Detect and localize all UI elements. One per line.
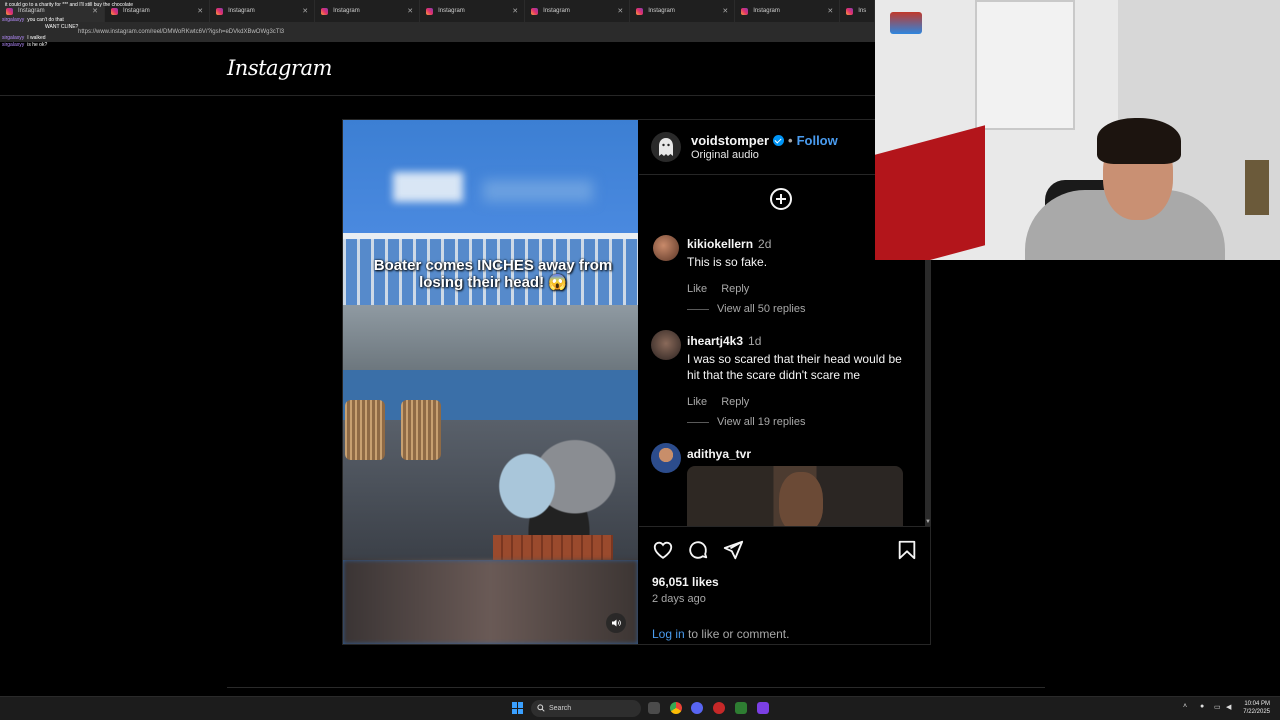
tab-label: Instagram	[753, 8, 780, 14]
instagram-favicon-icon	[426, 7, 434, 15]
volume-icon[interactable]: ◀	[1226, 703, 1231, 711]
instagram-favicon-icon	[531, 7, 539, 15]
comment-username[interactable]: iheartj4k3	[687, 334, 743, 348]
reel-post: Boater comes INCHES away from losing the…	[342, 119, 931, 645]
tab-label: Instagram	[543, 8, 570, 14]
view-replies-button[interactable]: View all 50 replies	[687, 303, 805, 315]
reply-comment-button[interactable]: Reply	[721, 283, 749, 295]
tab-label: Instagram	[438, 8, 465, 14]
original-audio-link[interactable]: Original audio	[691, 149, 759, 161]
comment-username[interactable]: kikiokellern	[687, 237, 753, 251]
stream-chat-overlay: it could go to a charity for *** and I'l…	[2, 2, 202, 49]
instagram-favicon-icon	[741, 7, 749, 15]
reply-comment-button[interactable]: Reply	[721, 396, 749, 408]
network-icon[interactable]: ▭	[1214, 703, 1221, 711]
login-link[interactable]: Log in	[652, 627, 685, 641]
windows-taskbar: Search ˄ ● ▭ ◀ 10:04 PM 7/22/2025	[0, 696, 1280, 720]
reel-video[interactable]: Boater comes INCHES away from losing the…	[343, 120, 638, 644]
add-circle-icon[interactable]	[770, 188, 792, 210]
video-caption: Boater comes INCHES away from losing the…	[373, 257, 613, 291]
comments-scrollbar[interactable]	[925, 260, 931, 526]
view-replies-button[interactable]: View all 19 replies	[687, 416, 805, 428]
webcam-overlay	[875, 0, 1280, 260]
browser-tab[interactable]: Ins	[840, 0, 876, 22]
app-icon[interactable]	[757, 702, 769, 714]
bookmark-icon[interactable]	[896, 539, 918, 561]
close-tab-icon[interactable]: ✕	[617, 7, 623, 15]
instagram-favicon-icon	[216, 7, 224, 15]
close-tab-icon[interactable]: ✕	[302, 7, 308, 15]
search-icon	[537, 704, 545, 712]
close-tab-icon[interactable]: ✕	[722, 7, 728, 15]
chrome-icon[interactable]	[670, 702, 682, 714]
comment-time: 2d	[758, 237, 772, 251]
author-username[interactable]: voidstomper	[691, 133, 769, 148]
chat-message: sirgalaxyy I walked	[2, 35, 46, 41]
scroll-down-icon[interactable]: ▼	[925, 518, 931, 526]
instagram-favicon-icon	[846, 7, 854, 15]
microphone-icon[interactable]: ●	[1200, 703, 1204, 710]
heart-icon[interactable]	[652, 539, 674, 561]
instagram-header: Instagram	[0, 42, 875, 96]
instagram-favicon-icon	[636, 7, 644, 15]
app-icon[interactable]	[691, 702, 703, 714]
task-view-icon[interactable]	[648, 702, 660, 714]
share-icon[interactable]	[722, 539, 744, 561]
footer-divider	[227, 687, 1045, 688]
follow-button[interactable]: Follow	[797, 133, 838, 148]
comment-time: 1d	[748, 334, 762, 348]
taskbar-search[interactable]: Search	[531, 700, 641, 717]
tab-label: Instagram	[333, 8, 360, 14]
tab-label: Ins	[858, 8, 867, 14]
close-tab-icon[interactable]: ✕	[827, 7, 833, 15]
verified-badge-icon	[773, 135, 785, 146]
chat-message: WANT CLINE?	[45, 24, 79, 30]
browser-tab[interactable]: Instagram ✕	[210, 0, 316, 22]
tab-label: Instagram	[648, 8, 675, 14]
comment-gif-image[interactable]	[687, 466, 903, 526]
comment-text: I was so scared that their head would be…	[687, 352, 902, 382]
post-actions: 96,051 likes 2 days ago Log in to like o…	[639, 526, 931, 646]
like-comment-button[interactable]: Like	[687, 396, 707, 408]
sound-toggle-button[interactable]	[606, 613, 626, 633]
instagram-favicon-icon	[321, 7, 329, 15]
comments-list: kikiokellern 2d This is so fake. Like Repl…	[639, 220, 924, 526]
browser-tab[interactable]: Instagram ✕	[420, 0, 526, 22]
speaker-icon	[612, 619, 621, 627]
browser-tab[interactable]: Instagram ✕	[315, 0, 421, 22]
commenter-avatar[interactable]	[651, 330, 681, 360]
close-tab-icon[interactable]: ✕	[512, 7, 518, 15]
browser-tab[interactable]: Instagram ✕	[525, 0, 631, 22]
app-icon[interactable]	[735, 702, 747, 714]
likes-count[interactable]: 96,051 likes	[652, 575, 719, 589]
chat-message: it could go to a charity for *** and I'l…	[5, 2, 133, 8]
author-avatar[interactable]	[651, 132, 681, 162]
post-time: 2 days ago	[652, 593, 706, 605]
like-comment-button[interactable]: Like	[687, 283, 707, 295]
browser-tab[interactable]: Instagram ✕	[630, 0, 736, 22]
author-line: voidstomper • Follow	[691, 133, 838, 148]
windows-start-icon[interactable]	[512, 702, 524, 714]
instagram-logo[interactable]: Instagram	[227, 56, 332, 80]
search-label: Search	[549, 705, 572, 712]
taskbar-clock[interactable]: 10:04 PM 7/22/2025	[1240, 700, 1270, 716]
comment-username[interactable]: adithya_tvr	[687, 447, 751, 461]
tray-chevron-icon[interactable]: ˄	[1183, 703, 1187, 710]
commenter-avatar[interactable]	[653, 235, 679, 261]
close-tab-icon[interactable]: ✕	[407, 7, 413, 15]
login-prompt: Log in to like or comment.	[652, 627, 790, 641]
app-icon[interactable]	[713, 702, 725, 714]
chat-message: sirgalaxyy you can't do that	[2, 17, 64, 23]
browser-tab[interactable]: Instagram ✕	[735, 0, 841, 22]
comment-icon[interactable]	[687, 539, 709, 561]
chat-message: sirgalaxyy is he ok?	[2, 42, 48, 48]
ghost-icon	[659, 138, 673, 156]
tab-label: Instagram	[228, 8, 255, 14]
commenter-avatar[interactable]	[651, 443, 681, 473]
